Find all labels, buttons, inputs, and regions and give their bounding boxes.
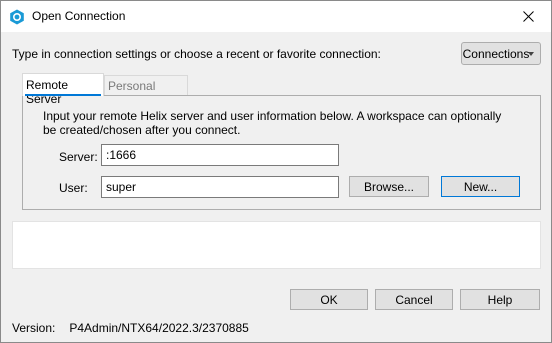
cancel-button[interactable]: Cancel <box>375 289 453 310</box>
browse-button[interactable]: Browse... <box>349 176 429 197</box>
user-label: User: <box>59 181 88 195</box>
version-value: P4Admin/NTX64/2022.3/2370885 <box>69 321 249 335</box>
close-button[interactable] <box>505 1 551 32</box>
message-area <box>12 221 541 269</box>
connections-button-label: Connections <box>462 46 530 61</box>
panel-description: Input your remote Helix server and user … <box>43 109 502 137</box>
p4admin-hex-icon <box>9 9 25 25</box>
server-input[interactable]: :1666 <box>101 144 339 166</box>
help-button[interactable]: Help <box>460 289 540 310</box>
user-input[interactable]: super <box>101 176 339 198</box>
connections-button[interactable]: Connections <box>461 42 541 65</box>
version-label: Version: <box>12 321 56 335</box>
remote-server-panel: Input your remote Helix server and user … <box>22 95 541 210</box>
window-title: Open Connection <box>32 9 126 23</box>
version-info: Version: P4Admin/NTX64/2022.3/2370885 <box>12 321 249 335</box>
new-user-button[interactable]: New... <box>441 176 520 197</box>
title-bar: Open Connection <box>1 1 551 32</box>
instruction-text: Type in connection settings or choose a … <box>12 47 381 61</box>
close-icon <box>522 11 534 22</box>
tab-personal-server[interactable]: Personal Server <box>104 75 188 107</box>
open-connection-dialog: Open Connection Type in connection setti… <box>0 0 552 343</box>
ok-button[interactable]: OK <box>290 289 368 310</box>
tab-selected-indicator <box>25 94 101 96</box>
server-label: Server: <box>59 150 98 164</box>
chevron-down-icon <box>528 52 534 56</box>
tab-remote-server[interactable]: Remote Server <box>22 73 104 106</box>
